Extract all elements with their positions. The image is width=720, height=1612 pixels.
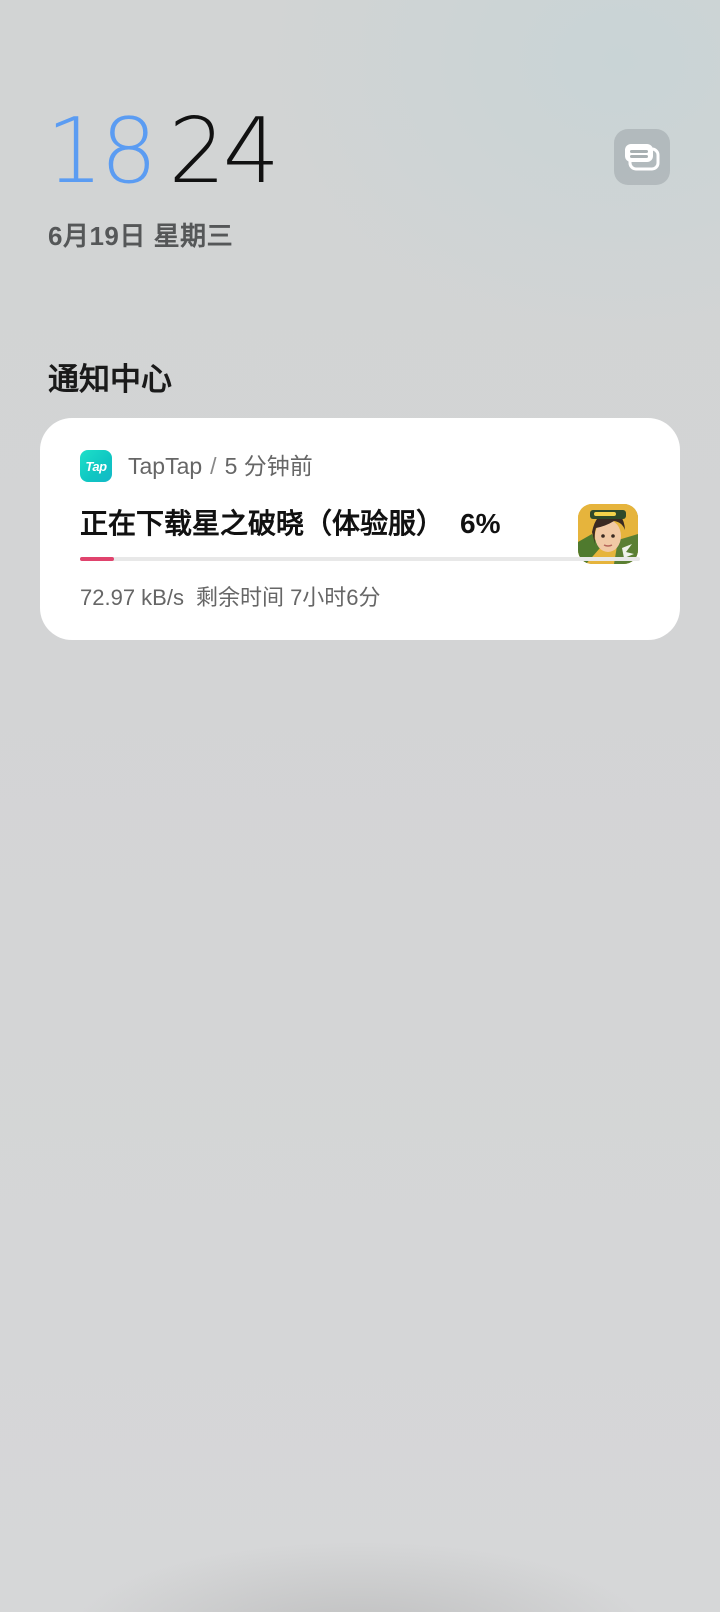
notification-time: 5 分钟前 [224,453,313,479]
taptap-app-icon: Tap [80,450,112,482]
download-progress-bar [80,557,640,561]
notification-title: 正在下载星之破晓（体验服） 6% [80,504,500,544]
download-status: 72.97 kB/s 剩余时间 7小时6分 [80,582,381,614]
notification-center-title: 通知中心 [48,362,172,397]
header-separator: / [210,453,217,479]
clock-minute: 24 [168,99,281,204]
notification-stack-icon [625,144,660,171]
download-title: 正在下载星之破晓（体验服） [80,508,445,539]
notification-stack-button[interactable] [614,129,670,185]
download-progress-fill [80,557,114,561]
lockscreen-date: 6月19日 星期三 [48,221,234,251]
app-icon-label: Tap [85,458,107,474]
download-speed: 72.97 kB/s [80,585,184,610]
clock-hour: 18 [46,99,158,204]
download-remaining: 剩余时间 7小时6分 [195,585,381,610]
download-notification-card[interactable]: Tap TapTap / 5 分钟前 正在下载星之破晓（体验服） 6% 72.97 k… [40,418,680,640]
game-thumbnail-icon [578,504,638,564]
app-name: TapTap [128,453,203,479]
download-percent: 6% [460,508,501,539]
notification-header: TapTap / 5 分钟前 [128,450,313,482]
lockscreen-clock: 18 24 [46,99,281,204]
